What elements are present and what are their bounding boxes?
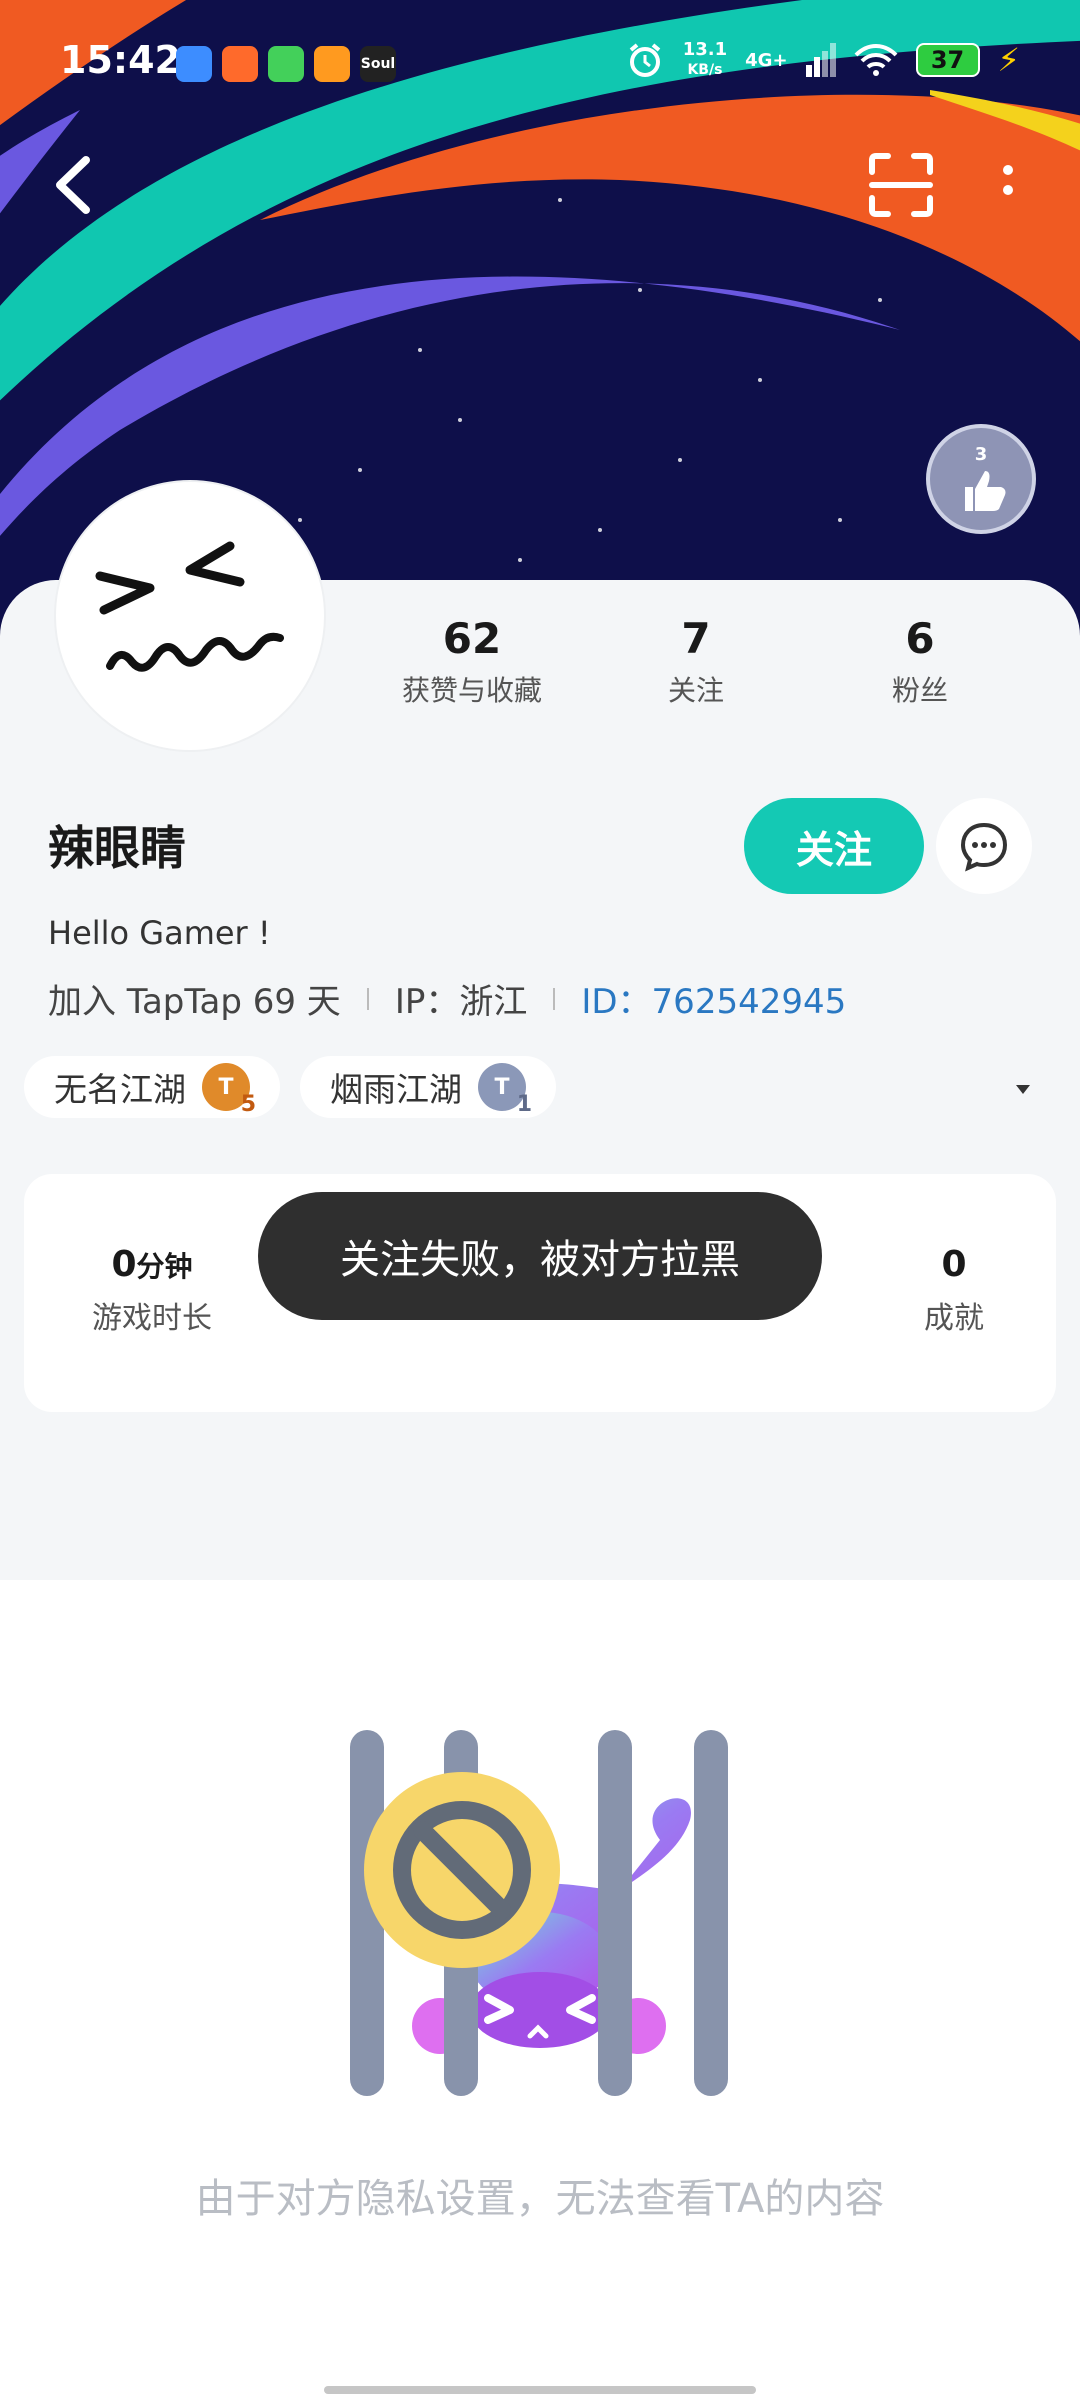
game-tag-chip[interactable]: 烟雨江湖 T1 [300, 1056, 556, 1118]
apps-store-icon [222, 46, 258, 82]
game-tag-label: 烟雨江湖 [330, 1070, 462, 1109]
achievements-value: 0 [941, 1244, 967, 1285]
likes-count: 62 [442, 614, 502, 663]
level-badge-icon: T5 [202, 1063, 256, 1117]
join-days: 加入 TapTap 69 天 [48, 982, 341, 1022]
avatar[interactable] [56, 482, 324, 750]
wifi-icon [854, 44, 897, 76]
following-count: 7 [681, 614, 711, 663]
level-number: 5 [240, 1092, 256, 1117]
avatar-face-icon [95, 541, 284, 672]
followers-label: 粉丝 [891, 674, 948, 707]
notification-app-icons: Soul [176, 46, 396, 82]
video-app-icon [314, 46, 350, 82]
likes-label: 获赞与收藏 [401, 674, 542, 707]
ip-location: IP：浙江 [394, 982, 528, 1022]
toast-message: 关注失败，被对方拉黑 [258, 1192, 822, 1320]
meta-divider [366, 987, 369, 1010]
home-indicator[interactable] [324, 2386, 756, 2394]
network-type: 4G+ [745, 49, 788, 71]
user-id[interactable]: ID：762542945 [581, 974, 846, 1023]
blocked-illustration [350, 1730, 728, 2096]
scan-icon[interactable] [868, 152, 934, 218]
likes-and-favorites-stat[interactable]: 62 获赞与收藏 [372, 614, 572, 709]
status-bar: 15:42 Soul 13.1 KB/s 4G+ 37 ⚡ [0, 0, 1080, 120]
play-time-unit: 分钟 [136, 1250, 193, 1283]
follow-button[interactable]: 关注 [744, 798, 924, 894]
more-options-icon[interactable] [990, 160, 1026, 210]
play-time-stat[interactable]: 0分钟 游戏时长 [52, 1244, 252, 1337]
medal-count: 3 [974, 443, 988, 465]
game-tag-label: 无名江湖 [54, 1070, 186, 1109]
username: 辣眼睛 [48, 821, 186, 875]
game-tag-chip[interactable]: 无名江湖 T5 [24, 1056, 280, 1118]
level-number: 1 [516, 1092, 532, 1117]
battery-indicator: 37 [915, 43, 980, 77]
chat-bubble-icon [960, 822, 1008, 872]
expand-tags-icon[interactable] [1012, 1080, 1034, 1098]
alarm-icon [629, 43, 660, 77]
play-time-label: 游戏时长 [92, 1301, 212, 1336]
followers-count: 6 [905, 614, 935, 663]
thumbs-up-icon [965, 470, 1006, 511]
following-stat[interactable]: 7 关注 [596, 614, 796, 709]
privacy-notice: 由于对方隐私设置，无法查看TA的内容 [195, 2176, 885, 2222]
followers-stat[interactable]: 6 粉丝 [820, 614, 1020, 709]
network-speed: 13.1 KB/s [683, 40, 727, 80]
meta-divider [553, 987, 556, 1010]
achievements-label: 成就 [924, 1301, 984, 1336]
chat-app-icon [268, 46, 304, 82]
user-bio: Hello Gamer ! [48, 914, 271, 952]
network-speed-value: 13.1 [682, 39, 728, 60]
message-button[interactable] [936, 798, 1032, 894]
following-label: 关注 [667, 674, 724, 707]
status-time: 15:42 [60, 38, 181, 82]
play-time-value: 0 [111, 1244, 137, 1285]
level-badge-icon: T1 [478, 1063, 532, 1117]
achievement-medal-badge[interactable]: 3 [926, 424, 1036, 534]
game-tags: 无名江湖 T5 烟雨江湖 T1 [24, 1056, 556, 1118]
back-arrow-icon[interactable] [44, 150, 104, 220]
network-speed-unit: KB/s [687, 62, 723, 78]
soul-app-icon: Soul [360, 46, 396, 82]
docs-app-icon [176, 46, 212, 82]
signal-icon [805, 43, 836, 77]
user-meta: 加入 TapTap 69 天 IP：浙江 ID：762542945 [48, 974, 846, 1023]
achievements-stat[interactable]: 0 成就 [854, 1244, 1054, 1337]
charging-icon: ⚡ [997, 41, 1020, 79]
